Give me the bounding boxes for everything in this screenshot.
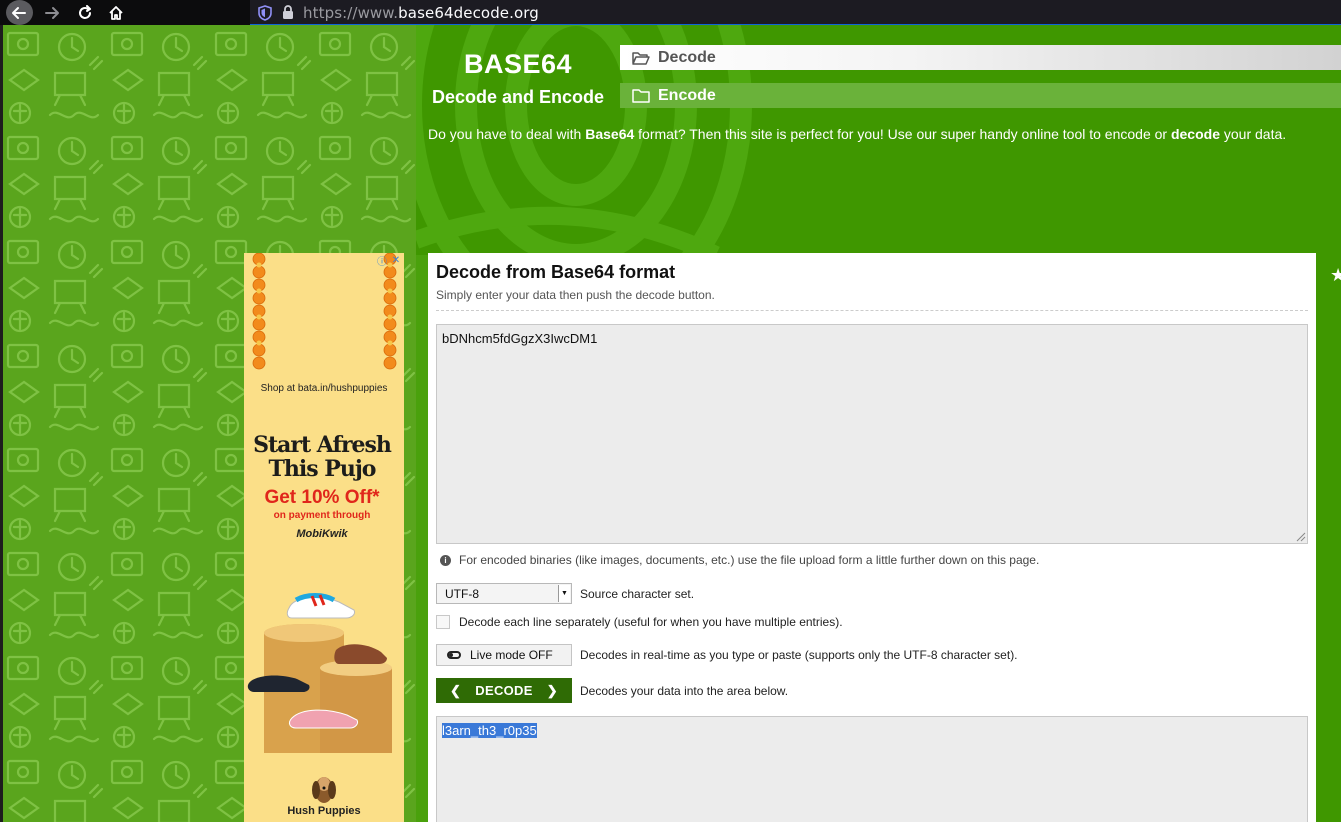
intro-text: Do you have to deal with Base64 format? …: [428, 126, 1328, 142]
ad-offer-sub: on payment through: [273, 510, 371, 521]
panel-title: Decode from Base64 format: [436, 262, 676, 282]
reload-icon: [79, 4, 91, 19]
live-mode-button[interactable]: Live mode OFF: [436, 644, 572, 666]
ad-choices[interactable]: ⓘ ✕: [376, 254, 402, 268]
chevron-right-icon: ❯: [546, 682, 558, 698]
resize-grip-icon[interactable]: [1294, 530, 1306, 542]
shield-icon[interactable]: [257, 4, 273, 21]
decode-button[interactable]: ❮ DECODE ❯: [436, 678, 572, 703]
live-mode-label: Live mode OFF: [470, 648, 553, 662]
intro-part1: Do you have to deal with: [428, 126, 586, 142]
star-icon[interactable]: ★: [1330, 265, 1341, 286]
shoe-products-image: [247, 593, 392, 753]
right-background: [1316, 253, 1341, 822]
decoded-output-text[interactable]: l3arn_th3_r0p35: [442, 723, 537, 738]
ad-headline-line2: This Pujo: [268, 456, 377, 482]
nav-decode[interactable]: Decode: [620, 45, 1341, 70]
each-line-row: Decode each line separately (useful for …: [436, 615, 843, 629]
ad-payment-brand: MobiKwik: [296, 528, 348, 540]
live-mode-description: Decodes in real-time as you type or past…: [580, 648, 1018, 662]
ad-info-icon[interactable]: ⓘ: [376, 254, 388, 268]
live-mode-row: Live mode OFF Decodes in real-time as yo…: [436, 644, 1018, 666]
each-line-label[interactable]: Decode each line separately (useful for …: [459, 615, 843, 629]
ad-offer: Get 10% Off*: [264, 487, 380, 508]
nav-encode[interactable]: Encode: [620, 83, 1341, 108]
folder-open-icon: [632, 51, 650, 65]
url-prefix: https://www.: [303, 3, 399, 22]
decode-panel: Decode from Base64 format Simply enter y…: [428, 253, 1316, 822]
charset-selected: UTF-8: [445, 586, 479, 601]
intro-bold-base64: Base64: [585, 126, 635, 142]
ad-brand-logo-text: Hush Puppies: [287, 805, 361, 817]
site-logo-subtitle[interactable]: Decode and Encode: [428, 87, 608, 108]
nav-decode-label: Decode: [658, 48, 716, 66]
divider: [436, 310, 1308, 311]
decode-row: ❮ DECODE ❯ Decodes your data into the ar…: [436, 678, 788, 703]
decode-description: Decodes your data into the area below.: [580, 683, 789, 698]
home-icon: [109, 5, 123, 20]
forward-button[interactable]: [37, 0, 67, 25]
intro-part2: format? Then this site is perfect for yo…: [634, 126, 1171, 142]
home-button[interactable]: [101, 0, 131, 25]
base64-input[interactable]: bDNhcm5fdGgzX3IwcDM1: [436, 324, 1308, 544]
advertisement[interactable]: ⓘ ✕ Shop at bata.in/hushpuppies Start Af…: [244, 253, 404, 822]
address-bar[interactable]: https://www.base64decode.org: [250, 0, 1341, 25]
nav-encode-label: Encode: [658, 86, 716, 104]
info-icon: i: [440, 554, 451, 566]
dropdown-arrow-icon[interactable]: ▼: [558, 585, 570, 602]
decoded-output[interactable]: l3arn_th3_r0p35: [436, 716, 1308, 822]
intro-bold-decode: decode: [1170, 126, 1220, 142]
lock-icon[interactable]: [281, 5, 295, 21]
toggle-icon: [447, 651, 461, 659]
charset-row: UTF-8 ▼ Source character set.: [436, 583, 694, 604]
ad-close-icon[interactable]: ✕: [390, 254, 402, 266]
panel-subtitle: Simply enter your data then push the dec…: [436, 288, 715, 302]
reload-button[interactable]: [70, 0, 100, 25]
intro-part3: your data.: [1219, 126, 1287, 142]
back-icon: [5, 0, 33, 25]
chevron-left-icon: ❮: [450, 682, 462, 698]
each-line-checkbox[interactable]: [436, 615, 450, 629]
binary-note: i For encoded binaries (like images, doc…: [440, 553, 1039, 567]
ad-shop-link[interactable]: Shop at bata.in/hushpuppies: [244, 383, 404, 394]
url-domain: base64decode.org: [398, 3, 539, 22]
hush-puppies-logo: [312, 777, 336, 803]
decode-button-label: DECODE: [475, 683, 533, 698]
marigold-garland-right: [383, 253, 397, 370]
window-edge: [0, 25, 3, 822]
folder-icon: [632, 88, 650, 103]
ad-headline-line1: Start Afresh: [253, 432, 392, 458]
back-button[interactable]: [4, 0, 34, 25]
url-text[interactable]: https://www.base64decode.org: [303, 4, 539, 22]
forward-icon: [45, 6, 59, 19]
binary-note-text: For encoded binaries (like images, docum…: [459, 553, 1040, 567]
charset-label: Source character set.: [580, 586, 695, 601]
site-logo-title[interactable]: BASE64: [432, 49, 604, 80]
marigold-garland-left: [252, 253, 266, 370]
ad-headline: Start Afresh This Pujo: [244, 433, 400, 481]
charset-select[interactable]: UTF-8 ▼: [436, 583, 572, 604]
